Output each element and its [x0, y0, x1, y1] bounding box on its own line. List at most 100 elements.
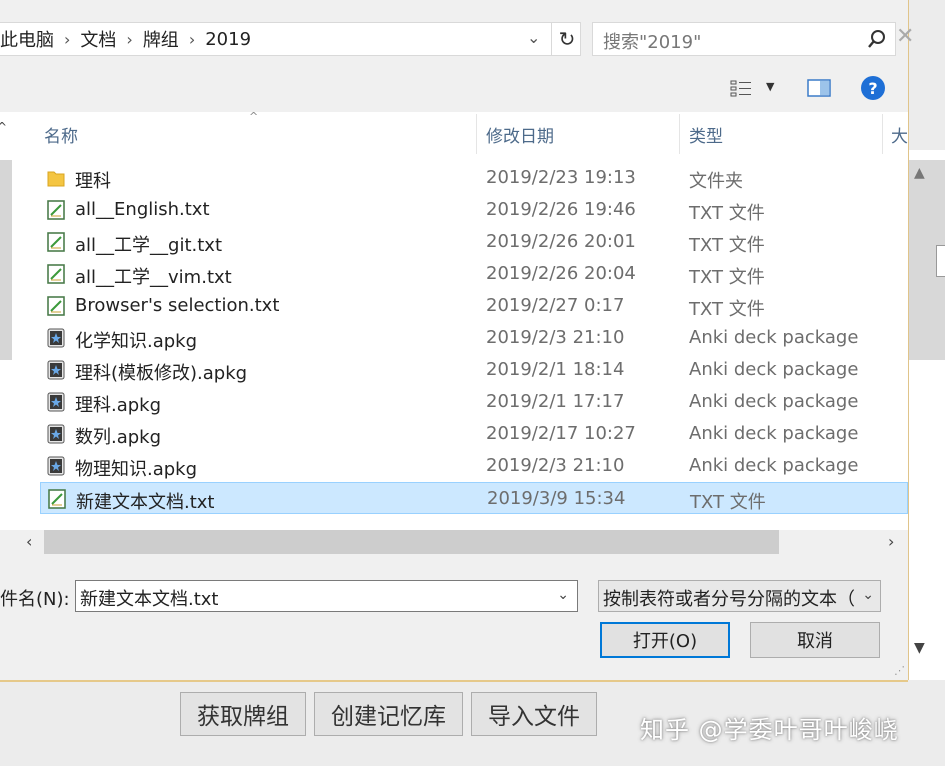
sort-ascending-icon: ^ — [249, 110, 259, 123]
file-name: 理科.apkg — [75, 395, 162, 416]
file-date: 2019/2/26 20:04 — [486, 263, 636, 284]
breadcrumb-decks[interactable]: 牌组 — [143, 26, 179, 52]
text-file-icon — [46, 231, 66, 253]
breadcrumb-2019[interactable]: 2019 — [205, 29, 251, 50]
text-file-icon — [46, 295, 66, 317]
filename-input[interactable]: 新建文本文档.txt ⌄ — [75, 580, 578, 612]
file-type: TXT 文件 — [689, 299, 765, 320]
background-scroll-up-icon[interactable]: ▲ — [914, 165, 925, 181]
file-type: Anki deck package — [689, 327, 859, 348]
open-button[interactable]: 打开(O) — [600, 622, 730, 658]
chevron-down-icon[interactable]: ⌄ — [862, 587, 874, 603]
help-icon[interactable]: ? — [861, 76, 885, 100]
file-name: 理科 — [75, 171, 111, 192]
search-input[interactable]: 搜索"2019" — [592, 22, 896, 56]
anki-file-icon — [46, 423, 66, 445]
close-icon[interactable]: ✕ — [896, 24, 914, 49]
chevron-right-icon[interactable]: › — [64, 30, 70, 49]
file-name: all__工学__vim.txt — [75, 267, 232, 288]
horizontal-scrollbar-thumb[interactable] — [44, 530, 779, 554]
anki-file-icon — [46, 359, 66, 381]
toolbar: ▼ ? — [0, 66, 908, 110]
column-divider[interactable] — [882, 114, 883, 154]
anki-file-icon — [46, 327, 66, 349]
file-type: 文件夹 — [689, 171, 743, 192]
breadcrumb-this-pc[interactable]: 此电脑 — [0, 26, 54, 52]
file-name: 物理知识.apkg — [75, 459, 198, 480]
file-name: 理科(模板修改).apkg — [75, 363, 248, 384]
scroll-right-icon[interactable]: › — [888, 532, 894, 551]
file-type: TXT 文件 — [689, 235, 765, 256]
background-button-row: 获取牌组 创建记忆库 导入文件 — [180, 692, 597, 736]
file-type-select[interactable]: 按制表符或者分号分隔的文本（ ⌄ — [598, 580, 881, 612]
chevron-down-icon[interactable]: ⌄ — [527, 28, 540, 47]
view-options-icon[interactable] — [730, 80, 752, 98]
file-name: 新建文本文档.txt — [76, 492, 215, 513]
cancel-button[interactable]: 取消 — [750, 622, 880, 658]
column-header-name[interactable]: 名称 — [44, 112, 78, 156]
file-type: TXT 文件 — [690, 492, 766, 513]
column-header-type[interactable]: 类型 — [689, 112, 723, 156]
file-date: 2019/2/23 19:13 — [486, 167, 636, 188]
file-date: 2019/2/26 20:01 — [486, 231, 636, 252]
resize-grip-icon[interactable]: ⋰ — [894, 664, 905, 677]
file-row[interactable]: 数列.apkg 2019/2/17 10:27 Anki deck package — [40, 418, 908, 450]
file-row[interactable]: Browser's selection.txt 2019/2/27 0:17 TXT… — [40, 290, 908, 322]
preview-pane-icon[interactable] — [807, 78, 831, 98]
file-name: Browser's selection.txt — [75, 295, 280, 316]
text-file-icon — [47, 488, 67, 510]
file-type: Anki deck package — [689, 391, 859, 412]
text-file-icon — [46, 263, 66, 285]
file-row[interactable]: all__工学__vim.txt 2019/2/26 20:04 TXT 文件 — [40, 258, 908, 290]
chevron-right-icon[interactable]: › — [126, 30, 132, 49]
file-row[interactable]: all__English.txt 2019/2/26 19:46 TXT 文件 — [40, 194, 908, 226]
file-date: 2019/2/1 18:14 — [486, 359, 625, 380]
file-row[interactable]: 物理知识.apkg 2019/2/3 21:10 Anki deck package — [40, 450, 908, 482]
file-row[interactable]: all__工学__git.txt 2019/2/26 20:01 TXT 文件 — [40, 226, 908, 258]
file-date: 2019/2/26 19:46 — [486, 199, 636, 220]
import-file-button[interactable]: 导入文件 — [471, 692, 597, 736]
file-type: Anki deck package — [689, 359, 859, 380]
file-row[interactable]: 理科 2019/2/23 19:13 文件夹 — [40, 162, 908, 194]
file-date: 2019/3/9 15:34 — [487, 488, 626, 509]
file-row[interactable]: 理科.apkg 2019/2/1 17:17 Anki deck package — [40, 386, 908, 418]
scroll-up-icon[interactable]: ^ — [0, 120, 7, 134]
file-name: all__English.txt — [75, 199, 210, 220]
file-row[interactable]: 理科(模板修改).apkg 2019/2/1 18:14 Anki deck pac… — [40, 354, 908, 386]
breadcrumb-documents[interactable]: 文档 — [80, 26, 116, 52]
file-type-value: 按制表符或者分号分隔的文本（ — [603, 589, 855, 610]
filename-label: 件名(N): — [0, 589, 70, 610]
address-bar[interactable]: 此电脑 › 文档 › 牌组 › 2019 — [0, 22, 581, 56]
search-placeholder: 搜索"2019" — [603, 32, 702, 53]
anki-file-icon — [46, 391, 66, 413]
create-memory-bank-button[interactable]: 创建记忆库 — [314, 692, 463, 736]
column-header-size[interactable]: 大 — [891, 112, 908, 156]
scroll-left-icon[interactable]: ‹ — [26, 532, 32, 551]
file-name: all__工学__git.txt — [75, 235, 223, 256]
file-row[interactable]: 新建文本文档.txt 2019/3/9 15:34 TXT 文件 — [40, 482, 908, 514]
get-deck-button[interactable]: 获取牌组 — [180, 692, 306, 736]
file-date: 2019/2/3 21:10 — [486, 327, 625, 348]
file-date: 2019/2/1 17:17 — [486, 391, 625, 412]
file-type: Anki deck package — [689, 455, 859, 476]
view-dropdown-icon[interactable]: ▼ — [766, 80, 774, 93]
search-icon[interactable] — [867, 29, 887, 49]
filename-value: 新建文本文档.txt — [80, 589, 219, 610]
horizontal-scrollbar[interactable]: ‹ › — [0, 530, 908, 556]
file-row[interactable]: 化学知识.apkg 2019/2/3 21:10 Anki deck package — [40, 322, 908, 354]
column-header-date[interactable]: 修改日期 — [486, 112, 554, 156]
background-field[interactable] — [936, 245, 945, 277]
column-divider[interactable] — [679, 114, 680, 154]
open-file-dialog: 此电脑 › 文档 › 牌组 › 2019 ⌄ ↻ 搜索"2019" ✕ ▼ ? … — [0, 0, 914, 680]
divider — [0, 680, 908, 682]
left-scrollbar-thumb[interactable] — [0, 160, 12, 360]
file-type: TXT 文件 — [689, 203, 765, 224]
chevron-right-icon[interactable]: › — [189, 30, 195, 49]
background-scroll-down-icon[interactable]: ▼ — [914, 640, 925, 656]
watermark: 知乎 @学委叶哥叶峻峣 — [640, 716, 899, 744]
column-divider[interactable] — [476, 114, 477, 154]
file-date: 2019/2/3 21:10 — [486, 455, 625, 476]
chevron-down-icon[interactable]: ⌄ — [557, 587, 569, 603]
file-date: 2019/2/27 0:17 — [486, 295, 625, 316]
refresh-icon[interactable]: ↻ — [551, 23, 582, 55]
